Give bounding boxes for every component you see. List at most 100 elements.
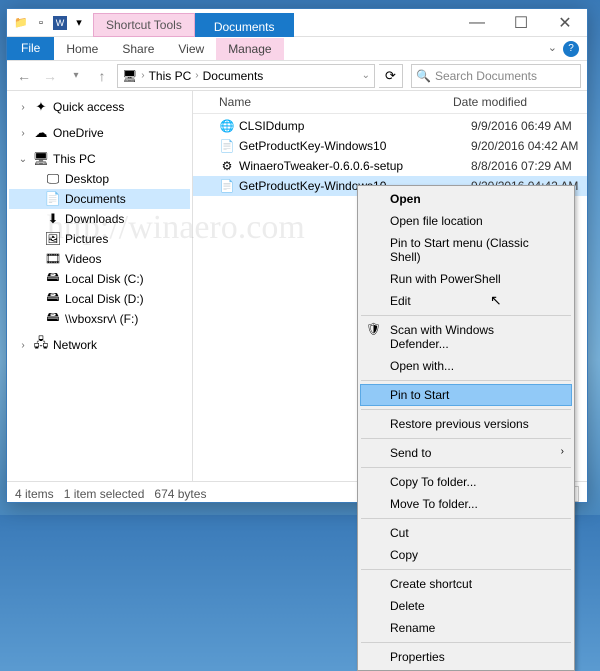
cm-copy-to-folder[interactable]: Copy To folder... xyxy=(360,471,572,493)
ribbon: File Home Share View Manage ⌄ ? xyxy=(7,37,587,61)
back-button[interactable]: ← xyxy=(13,64,35,88)
sidebar-desktop[interactable]: 🖵Desktop xyxy=(9,169,190,189)
cm-separator xyxy=(361,409,571,410)
cm-properties[interactable]: Properties xyxy=(360,646,572,668)
contextual-tab-label: Shortcut Tools xyxy=(93,13,195,37)
powershell-icon: 📄 xyxy=(219,138,235,154)
shield-icon: 🛡 xyxy=(366,322,382,338)
up-button[interactable]: ↑ xyxy=(91,64,113,88)
qat-overflow-icon[interactable]: ▾ xyxy=(71,15,87,31)
cm-separator xyxy=(361,438,571,439)
cm-pin-classic[interactable]: Pin to Start menu (Classic Shell) xyxy=(360,232,572,268)
star-icon: ✦ xyxy=(33,99,49,115)
search-input[interactable]: 🔍 Search Documents xyxy=(411,64,581,88)
addr-dropdown-icon[interactable]: ⌄ xyxy=(362,70,370,81)
recent-dropdown-icon[interactable]: ▾ xyxy=(65,64,87,88)
status-count: 4 items xyxy=(15,487,54,501)
nav-sidebar[interactable]: ›✦Quick access ›☁OneDrive ⌄🖥This PC 🖵Des… xyxy=(7,91,193,481)
search-icon: 🔍 xyxy=(416,69,431,83)
cm-send-to[interactable]: Send to› xyxy=(360,442,572,464)
status-selection: 1 item selected xyxy=(64,487,145,501)
help-icon[interactable]: ? xyxy=(563,41,579,57)
file-date: 8/8/2016 07:29 AM xyxy=(471,159,587,173)
window-title: Documents xyxy=(195,13,294,37)
col-date[interactable]: Date modified xyxy=(453,95,587,109)
address-row: ← → ▾ ↑ 🖥› This PC› Documents ⌄ ⟳ 🔍 Sear… xyxy=(7,61,587,91)
breadcrumb-root[interactable]: This PC xyxy=(149,69,192,83)
pc-icon: 🖥 xyxy=(122,69,137,83)
sidebar-network[interactable]: ›🖧Network xyxy=(9,335,190,355)
app-icon: ⚙ xyxy=(219,158,235,174)
cm-pin-to-start[interactable]: Pin to Start xyxy=(360,384,572,406)
maximize-button[interactable]: ☐ xyxy=(499,9,543,37)
titlebar[interactable]: 📁 ▫ W ▾ Shortcut Tools Documents — ☐ ✕ xyxy=(7,9,587,37)
status-size: 674 bytes xyxy=(154,487,206,501)
cm-separator xyxy=(361,467,571,468)
word-icon: W xyxy=(53,16,67,30)
cm-separator xyxy=(361,380,571,381)
file-date: 9/9/2016 06:49 AM xyxy=(471,119,587,133)
sidebar-onedrive[interactable]: ›☁OneDrive xyxy=(9,123,190,143)
context-menu: Open Open file location Pin to Start men… xyxy=(357,185,575,671)
pictures-icon: 🖼 xyxy=(45,231,61,247)
ribbon-tab-share[interactable]: Share xyxy=(110,38,166,60)
cm-separator xyxy=(361,518,571,519)
file-row[interactable]: ⚙ WinaeroTweaker-0.6.0.6-setup 8/8/2016 … xyxy=(193,156,587,176)
disk-icon: 🖴 xyxy=(45,271,61,287)
file-date: 9/20/2016 04:42 AM xyxy=(471,139,587,153)
cm-separator xyxy=(361,315,571,316)
address-bar[interactable]: 🖥› This PC› Documents ⌄ xyxy=(117,64,375,88)
chrome-icon: 🌐 xyxy=(219,118,235,134)
cm-separator xyxy=(361,642,571,643)
col-name[interactable]: Name xyxy=(193,95,453,109)
sidebar-downloads[interactable]: ⬇Downloads xyxy=(9,209,190,229)
ribbon-tab-home[interactable]: Home xyxy=(54,38,110,60)
downloads-icon: ⬇ xyxy=(45,211,61,227)
minimize-button[interactable]: — xyxy=(455,9,499,37)
sidebar-pictures[interactable]: 🖼Pictures xyxy=(9,229,190,249)
sidebar-videos[interactable]: 🎞Videos xyxy=(9,249,190,269)
sidebar-disk-d[interactable]: 🖴Local Disk (D:) xyxy=(9,289,190,309)
breadcrumb-folder[interactable]: Documents xyxy=(203,69,264,83)
column-headers[interactable]: Name Date modified xyxy=(193,91,587,114)
ribbon-file-tab[interactable]: File xyxy=(7,37,54,60)
search-placeholder: Search Documents xyxy=(435,69,537,83)
cm-create-shortcut[interactable]: Create shortcut xyxy=(360,573,572,595)
ribbon-expand-icon[interactable]: ⌄ xyxy=(548,41,557,57)
ribbon-tab-manage[interactable]: Manage xyxy=(216,38,283,60)
cm-open-with[interactable]: Open with... xyxy=(360,355,572,377)
cm-move-to-folder[interactable]: Move To folder... xyxy=(360,493,572,515)
close-button[interactable]: ✕ xyxy=(543,9,587,37)
file-name: WinaeroTweaker-0.6.0.6-setup xyxy=(239,159,471,173)
cm-restore-versions[interactable]: Restore previous versions xyxy=(360,413,572,435)
sidebar-vboxsrv[interactable]: 🖴\\vboxsrv\ (F:) xyxy=(9,309,190,329)
forward-button[interactable]: → xyxy=(39,64,61,88)
shortcut-icon: 📄 xyxy=(219,178,235,194)
cloud-icon: ☁ xyxy=(33,125,49,141)
desktop-icon: 🖵 xyxy=(45,171,61,187)
sidebar-documents[interactable]: 📄Documents xyxy=(9,189,190,209)
cm-open-location[interactable]: Open file location xyxy=(360,210,572,232)
cm-edit[interactable]: Edit xyxy=(360,290,572,312)
file-row[interactable]: 🌐 CLSIDdump 9/9/2016 06:49 AM xyxy=(193,116,587,136)
cm-rename[interactable]: Rename xyxy=(360,617,572,639)
sidebar-disk-c[interactable]: 🖴Local Disk (C:) xyxy=(9,269,190,289)
cm-copy[interactable]: Copy xyxy=(360,544,572,566)
disk-icon: 🖴 xyxy=(45,291,61,307)
cm-delete[interactable]: Delete xyxy=(360,595,572,617)
cm-run-powershell[interactable]: Run with PowerShell xyxy=(360,268,572,290)
cm-cut[interactable]: Cut xyxy=(360,522,572,544)
file-row[interactable]: 📄 GetProductKey-Windows10 9/20/2016 04:4… xyxy=(193,136,587,156)
refresh-button[interactable]: ⟳ xyxy=(379,64,403,88)
network-drive-icon: 🖴 xyxy=(45,311,61,327)
folder-icon: 📁 xyxy=(13,15,29,31)
ribbon-tab-view[interactable]: View xyxy=(166,38,216,60)
file-name: CLSIDdump xyxy=(239,119,471,133)
documents-icon: 📄 xyxy=(45,191,61,207)
sidebar-quick-access[interactable]: ›✦Quick access xyxy=(9,97,190,117)
app-icon: ▫ xyxy=(33,15,49,31)
cm-open[interactable]: Open xyxy=(360,188,572,210)
file-name: GetProductKey-Windows10 xyxy=(239,139,471,153)
cm-scan-defender[interactable]: 🛡Scan with Windows Defender... xyxy=(360,319,572,355)
sidebar-this-pc[interactable]: ⌄🖥This PC xyxy=(9,149,190,169)
